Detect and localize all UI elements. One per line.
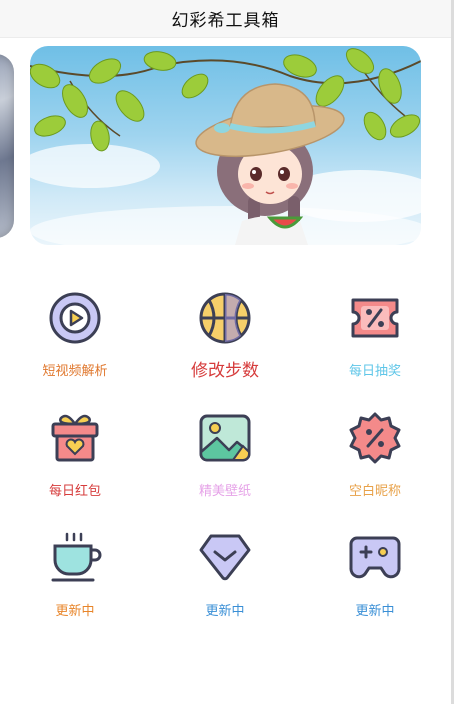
gamepad-icon xyxy=(349,536,401,579)
girl-with-hat-icon xyxy=(30,48,421,245)
tool-label: 更新中 xyxy=(355,604,395,619)
play-icon xyxy=(49,292,101,344)
picture-icon xyxy=(199,414,251,462)
tool-label: 修改步数 xyxy=(191,361,259,381)
tool-label: 更新中 xyxy=(205,604,245,619)
tool-daily-lottery[interactable]: 每日抽奖 xyxy=(300,290,450,400)
tool-video-parse[interactable]: 短视频解析 xyxy=(0,290,150,400)
gift-icon xyxy=(51,414,99,462)
banner-carousel[interactable] xyxy=(0,38,451,260)
basketball-icon xyxy=(199,292,251,344)
tool-daily-red-packet[interactable]: 每日红包 xyxy=(0,410,150,520)
tool-label: 精美壁纸 xyxy=(198,484,251,499)
diamond-icon xyxy=(199,534,251,581)
app-page: 幻彩希工具箱 短视频解析 修改步数 每日抽奖 每日红包 精美壁纸 空白昵称 更新… xyxy=(0,0,454,704)
tool-wallpapers[interactable]: 精美壁纸 xyxy=(150,410,300,520)
app-header: 幻彩希工具箱 xyxy=(0,0,451,38)
carousel-prev-slide[interactable] xyxy=(0,54,14,238)
tool-label: 每日红包 xyxy=(48,484,101,499)
tool-updating-2[interactable]: 更新中 xyxy=(150,530,300,640)
tool-label: 更新中 xyxy=(55,604,95,619)
tool-blank-nickname[interactable]: 空白昵称 xyxy=(300,410,450,520)
tool-label: 短视频解析 xyxy=(42,364,108,379)
discount-badge-icon xyxy=(349,412,401,464)
tool-updating-1[interactable]: 更新中 xyxy=(0,530,150,640)
tool-updating-3[interactable]: 更新中 xyxy=(300,530,450,640)
tool-label: 每日抽奖 xyxy=(348,364,401,379)
coupon-icon xyxy=(351,298,399,338)
coffee-cup-icon xyxy=(51,532,102,582)
tool-modify-steps[interactable]: 修改步数 xyxy=(150,290,300,400)
banner-slide[interactable] xyxy=(30,46,421,245)
page-title: 幻彩希工具箱 xyxy=(171,11,280,31)
tool-label: 空白昵称 xyxy=(348,484,401,499)
